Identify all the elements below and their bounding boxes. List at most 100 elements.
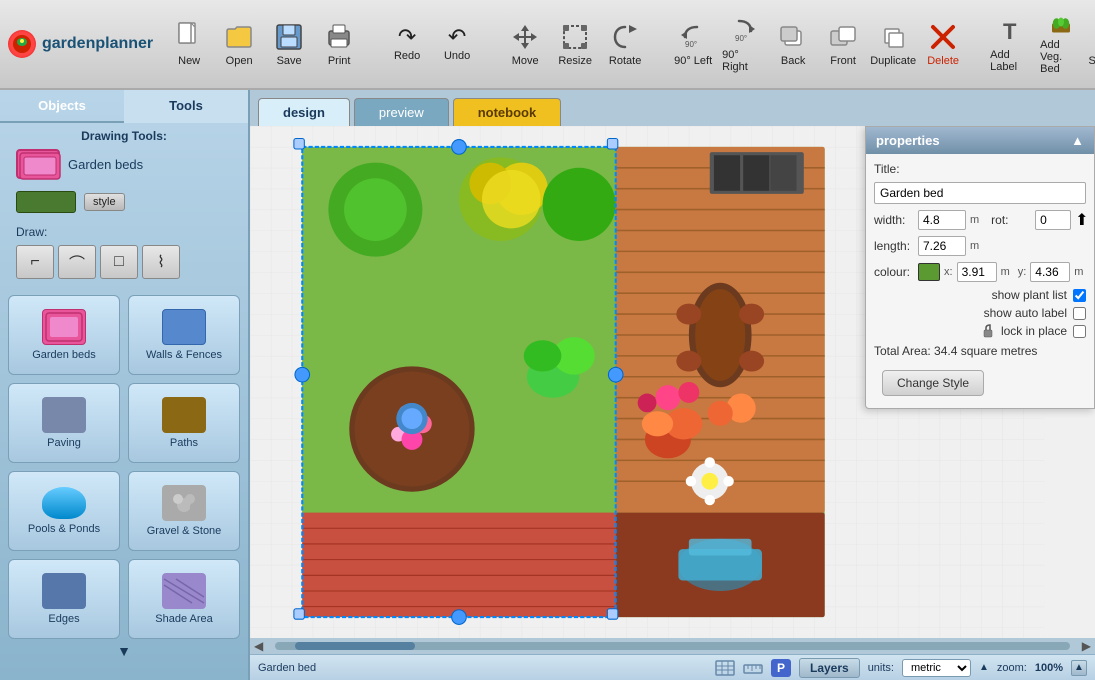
style-button[interactable]: style [84, 193, 125, 211]
logo-text: gardenplanner [42, 35, 153, 53]
rot-arrow[interactable]: ⬆ [1075, 210, 1088, 230]
add-label-button[interactable]: T Add Label [987, 8, 1035, 80]
garden-beds-item-label: Garden beds [32, 349, 96, 361]
rot-input[interactable] [1035, 210, 1071, 230]
tab-design[interactable]: design [258, 98, 350, 126]
total-area: Total Area: 34.4 square metres [874, 344, 1086, 358]
colour-row: colour: x: m y: m [874, 262, 1086, 282]
duplicate-button[interactable]: Duplicate [869, 8, 917, 80]
new-button[interactable]: New [165, 8, 213, 80]
status-label: Garden bed [258, 662, 707, 674]
redo-button[interactable]: ↷ Redo [383, 8, 431, 80]
logo: gardenplanner [8, 30, 153, 58]
y-input[interactable] [1030, 262, 1070, 282]
prop-collapse-icon[interactable]: ▲ [1071, 133, 1084, 148]
p-icon[interactable]: P [771, 659, 791, 677]
redo-icon: ↷ [398, 26, 416, 48]
width-input[interactable] [918, 210, 966, 230]
undo-button[interactable]: ↶ Undo [433, 8, 481, 80]
hscroll-thumb[interactable] [295, 642, 415, 650]
svg-text:90°: 90° [685, 40, 697, 49]
layers-button[interactable]: Layers [799, 658, 860, 678]
style-swatch [16, 191, 76, 213]
tab-notebook[interactable]: notebook [453, 98, 562, 126]
edges-icon [42, 573, 86, 609]
front-button[interactable]: Front [819, 8, 867, 80]
length-input[interactable] [918, 236, 966, 256]
logo-icon [8, 30, 36, 58]
hscroll-right-arrow[interactable]: ▶ [1078, 639, 1095, 653]
zoom-up-button[interactable]: ▲ [1071, 660, 1087, 676]
resize-button[interactable]: Resize [551, 8, 599, 80]
properties-body: Title: width: m rot: ⬆ length: m [866, 154, 1094, 408]
90right-button[interactable]: 90° 90° Right [719, 8, 767, 80]
y-label: y: [1018, 266, 1027, 278]
show-plant-list-checkbox[interactable] [1073, 289, 1086, 302]
sidebar-item-pools-ponds[interactable]: Pools & Ponds [8, 471, 120, 551]
delete-button[interactable]: Delete [919, 8, 967, 80]
back-button[interactable]: Back [769, 8, 817, 80]
shape-arc-button[interactable]: ⌒ [58, 245, 96, 279]
paths-item-label: Paths [170, 437, 198, 449]
width-unit: m [970, 214, 979, 226]
title-input[interactable] [874, 182, 1086, 204]
zoom-value: 100% [1035, 662, 1063, 674]
width-row: width: m rot: ⬆ [874, 210, 1086, 230]
shape-rect-button[interactable]: ⌐ [16, 245, 54, 279]
shadows-button[interactable]: Shadows [1087, 8, 1095, 80]
rot-label: rot: [991, 213, 1031, 227]
sidebar-item-garden-beds[interactable]: Garden beds [8, 295, 120, 375]
garden-beds-label: Garden beds [68, 157, 143, 172]
tab-tools[interactable]: Tools [124, 90, 248, 123]
rotate-button[interactable]: Rotate [601, 8, 649, 80]
units-arrow-up[interactable]: ▲ [979, 662, 989, 673]
add-veg-bed-button[interactable]: Add Veg. Bed [1037, 8, 1085, 80]
sidebar-item-edges[interactable]: Edges [8, 559, 120, 639]
move-button[interactable]: Move [501, 8, 549, 80]
lock-in-place-checkbox[interactable] [1073, 325, 1086, 338]
hscroll-left-arrow[interactable]: ◀ [250, 639, 267, 653]
shape-freeform-button[interactable]: ⌇ [142, 245, 180, 279]
scroll-down-arrow[interactable]: ▼ [8, 639, 240, 663]
print-icon [323, 21, 355, 53]
file-tools: New Open Save Print [165, 8, 363, 80]
90left-button[interactable]: 90° 90° Left [669, 8, 717, 80]
ruler-icon [743, 660, 763, 676]
sidebar-item-walls-fences[interactable]: Walls & Fences [128, 295, 240, 375]
properties-header: properties ▲ [866, 127, 1094, 154]
x-label: x: [944, 266, 953, 278]
properties-title: properties [876, 133, 940, 148]
colour-swatch[interactable] [918, 263, 940, 281]
lock-in-place-row: lock in place [874, 324, 1086, 338]
sidebar-item-paths[interactable]: Paths [128, 383, 240, 463]
shape-square-button[interactable]: □ [100, 245, 138, 279]
units-select[interactable]: metric imperial [902, 659, 971, 677]
sidebar-item-shade-area[interactable]: Shade Area [128, 559, 240, 639]
move-icon [509, 21, 541, 53]
tab-objects[interactable]: Objects [0, 90, 124, 123]
title-row: Title: [874, 162, 1086, 176]
paving-item-label: Paving [47, 437, 81, 449]
length-unit: m [970, 240, 979, 252]
rotate-icon [609, 21, 641, 53]
paving-icon [42, 397, 86, 433]
sidebar-tabs: Objects Tools [0, 90, 248, 123]
sidebar: Objects Tools Drawing Tools: Garden beds… [0, 90, 250, 680]
print-button[interactable]: Print [315, 8, 363, 80]
open-button[interactable]: Open [215, 8, 263, 80]
show-auto-label-checkbox[interactable] [1073, 307, 1086, 320]
sidebar-item-gravel-stone[interactable]: Gravel & Stone [128, 471, 240, 551]
save-button[interactable]: Save [265, 8, 313, 80]
change-style-button[interactable]: Change Style [882, 370, 984, 396]
top-bar: gardenplanner New Open Save [0, 0, 1095, 90]
tab-preview[interactable]: preview [354, 98, 449, 126]
x-input[interactable] [957, 262, 997, 282]
hscroll-track[interactable] [275, 642, 1070, 650]
lock-in-place-label: lock in place [1001, 324, 1067, 338]
x-unit: m [1001, 266, 1010, 278]
grid-icon [715, 660, 735, 676]
arrange-tools: 90° 90° Left 90° 90° Right Back Fro [669, 8, 967, 80]
90left-icon: 90° [677, 21, 709, 53]
draw-shapes: ⌐ ⌒ □ ⌇ [0, 241, 248, 287]
sidebar-item-paving[interactable]: Paving [8, 383, 120, 463]
